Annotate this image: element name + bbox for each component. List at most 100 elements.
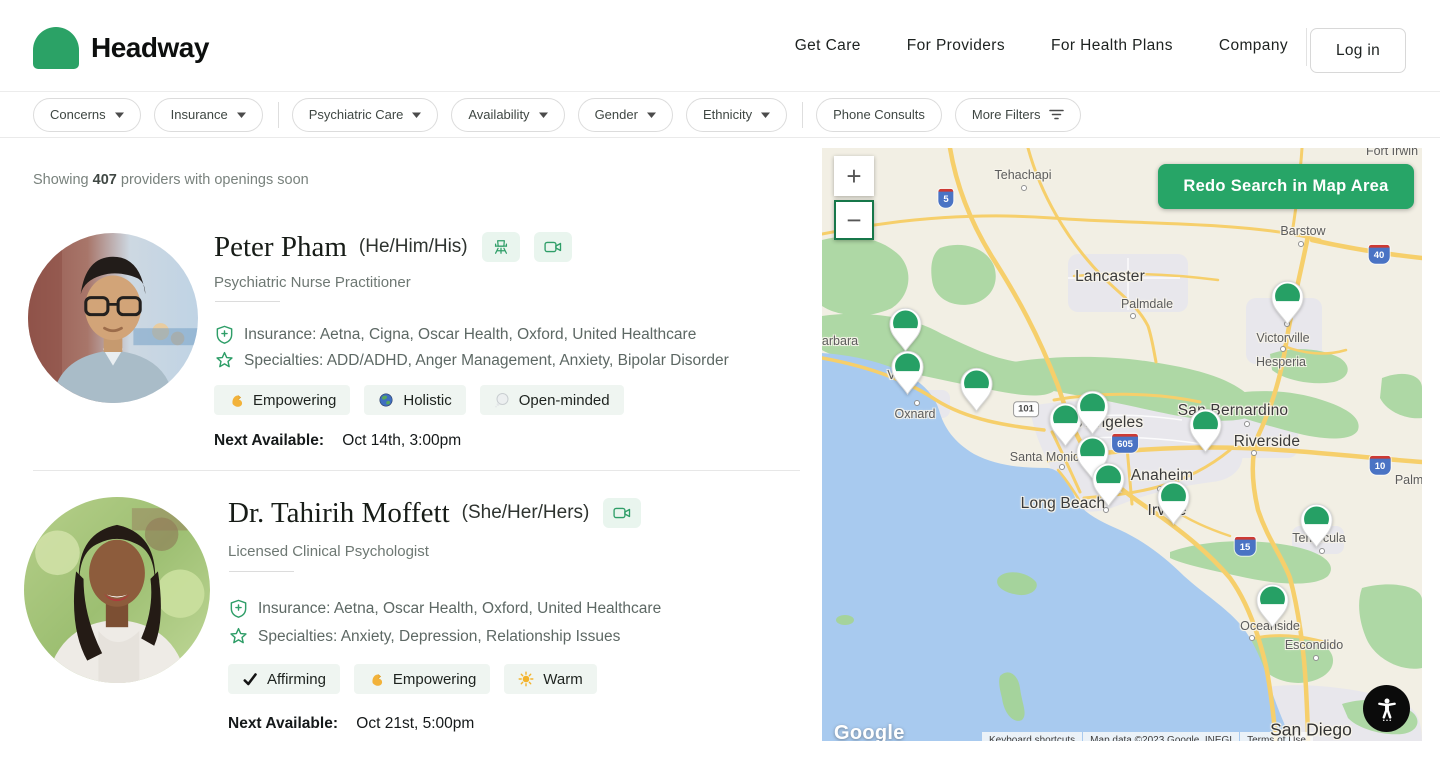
- next-available-label: Next Available:: [228, 715, 338, 732]
- map-city-dot: [914, 400, 920, 406]
- map-city-label: Oxnard: [895, 407, 936, 421]
- filter-availability[interactable]: Availability: [451, 98, 564, 132]
- chevron-down-icon: [761, 112, 770, 118]
- map-attribution: Keyboard shortcuts Map data ©2023 Google…: [982, 732, 1313, 741]
- chevron-down-icon: [539, 112, 548, 118]
- highway-shield-icon: 605: [1112, 434, 1138, 453]
- filter-ethnicity[interactable]: Ethnicity: [686, 98, 787, 132]
- trait-badge: Empowering: [354, 664, 490, 694]
- map-pin[interactable]: [958, 366, 995, 417]
- avatar[interactable]: [24, 497, 210, 683]
- map-pin[interactable]: [1187, 407, 1224, 458]
- shield-plus-icon: [214, 324, 235, 345]
- provider-title: Licensed Clinical Psychologist: [228, 543, 429, 560]
- chevron-down-icon: [412, 112, 421, 118]
- filter-gender[interactable]: Gender: [578, 98, 673, 132]
- insurance-text: Insurance: Aetna, Cigna, Oscar Health, O…: [244, 326, 696, 344]
- accessibility-button[interactable]: [1363, 685, 1410, 732]
- next-available-row: Next Available: Oct 21st, 5:00pm: [228, 715, 474, 733]
- map-pin[interactable]: [1074, 389, 1111, 440]
- nav-get-care[interactable]: Get Care: [795, 37, 861, 55]
- map-zoom-out-button[interactable]: −: [834, 200, 874, 240]
- google-logo[interactable]: Google: [834, 722, 905, 741]
- provider-photo-illustration: [28, 233, 198, 403]
- next-available-label: Next Available:: [214, 432, 324, 449]
- filter-more-filters[interactable]: More Filters: [955, 98, 1082, 132]
- map-pin[interactable]: [1090, 461, 1127, 512]
- specialties-row: Specialties: ADD/ADHD, Anger Management,…: [214, 350, 729, 371]
- nav-for-providers[interactable]: For Providers: [907, 37, 1005, 55]
- insurance-row: Insurance: Aetna, Oscar Health, Oxford, …: [228, 598, 661, 619]
- provider-name-row: Peter Pham (He/Him/His): [214, 229, 572, 265]
- next-available-value: Oct 14th, 3:00pm: [342, 432, 461, 449]
- star-icon: [228, 626, 249, 647]
- headway-search-page: Headway Get Care For Providers For Healt…: [0, 0, 1440, 777]
- map-city-label: Escondido: [1285, 638, 1343, 652]
- map-city-dot: [1249, 635, 1255, 641]
- provider-name-row: Dr. Tahirih Moffett (She/Her/Hers): [228, 495, 641, 531]
- trait-badge: Holistic: [364, 385, 465, 415]
- map-pin[interactable]: [889, 349, 926, 400]
- keyboard-shortcuts-link[interactable]: Keyboard shortcuts: [982, 732, 1082, 741]
- flex-icon: [368, 671, 384, 687]
- trait-badge: Affirming: [228, 664, 340, 694]
- filter-insurance[interactable]: Insurance: [154, 98, 263, 132]
- video-session-badge: [534, 232, 572, 262]
- map-city-label: Riverside: [1234, 433, 1300, 451]
- filter-lines-icon: [1049, 109, 1064, 120]
- filter-bar: Concerns Insurance Psychiatric Care Avai…: [0, 92, 1440, 138]
- highway-shield-icon: 5: [938, 189, 953, 208]
- thought-bubble-icon: [494, 392, 510, 408]
- redo-search-button[interactable]: Redo Search in Map Area: [1158, 164, 1414, 209]
- map-city-dot: [1280, 346, 1286, 352]
- highway-shield-icon: 101: [1013, 401, 1039, 417]
- insurance-text: Insurance: Aetna, Oscar Health, Oxford, …: [258, 600, 661, 618]
- map-zoom-in-button[interactable]: +: [834, 156, 874, 196]
- highway-shield-icon: 40: [1369, 245, 1390, 264]
- chevron-down-icon: [115, 112, 124, 118]
- video-camera-icon: [612, 503, 632, 523]
- highway-shield-icon: 15: [1235, 537, 1256, 556]
- results-count-text: Showing 407 providers with openings soon: [33, 172, 309, 188]
- map-city-dot: [1313, 655, 1319, 661]
- map-city-label: Victorville: [1256, 331, 1309, 345]
- trait-badge: Open-minded: [480, 385, 624, 415]
- filter-phone-consults[interactable]: Phone Consults: [816, 98, 942, 132]
- nav-for-health-plans[interactable]: For Health Plans: [1051, 37, 1173, 55]
- map-city-dot: [1021, 185, 1027, 191]
- map-pin[interactable]: [1155, 479, 1192, 530]
- provider-name[interactable]: Dr. Tahirih Moffett: [228, 497, 450, 530]
- login-button[interactable]: Log in: [1310, 28, 1406, 73]
- card-divider: [33, 470, 800, 471]
- headway-logo[interactable]: Headway: [33, 27, 209, 69]
- filter-group-divider: [278, 102, 279, 128]
- avatar[interactable]: [28, 233, 198, 403]
- main-nav: Get Care For Providers For Health Plans …: [795, 0, 1288, 92]
- specialties-text: Specialties: Anxiety, Depression, Relati…: [258, 628, 620, 646]
- trait-badges: Affirming Empowering Warm: [228, 664, 597, 694]
- map-city-label: Barstow: [1280, 224, 1325, 238]
- headway-logo-icon: [33, 27, 79, 69]
- provider-name[interactable]: Peter Pham: [214, 231, 347, 264]
- video-camera-icon: [543, 237, 563, 257]
- nav-divider: [1306, 28, 1307, 66]
- map-city-label: San Diego: [1270, 720, 1352, 741]
- map[interactable]: Fort IrwinTehachapiBarstowLancasterPalmd…: [822, 148, 1422, 741]
- map-pin[interactable]: [1254, 582, 1291, 633]
- filter-psychiatric-care[interactable]: Psychiatric Care: [292, 98, 439, 132]
- flex-icon: [228, 392, 244, 408]
- map-city-label: Palmdale: [1121, 297, 1173, 311]
- map-pin[interactable]: [1298, 502, 1335, 553]
- provider-pronouns: (She/Her/Hers): [462, 502, 590, 524]
- video-session-badge: [603, 498, 641, 528]
- filter-concerns[interactable]: Concerns: [33, 98, 141, 132]
- sun-icon: [518, 671, 534, 687]
- star-icon: [214, 350, 235, 371]
- map-city-dot: [1251, 450, 1257, 456]
- insurance-row: Insurance: Aetna, Cigna, Oscar Health, O…: [214, 324, 696, 345]
- nav-company[interactable]: Company: [1219, 37, 1288, 55]
- results-count: 407: [93, 172, 117, 188]
- accessibility-person-icon: [1374, 696, 1400, 722]
- specialties-text: Specialties: ADD/ADHD, Anger Management,…: [244, 352, 729, 370]
- map-pin[interactable]: [1269, 279, 1306, 330]
